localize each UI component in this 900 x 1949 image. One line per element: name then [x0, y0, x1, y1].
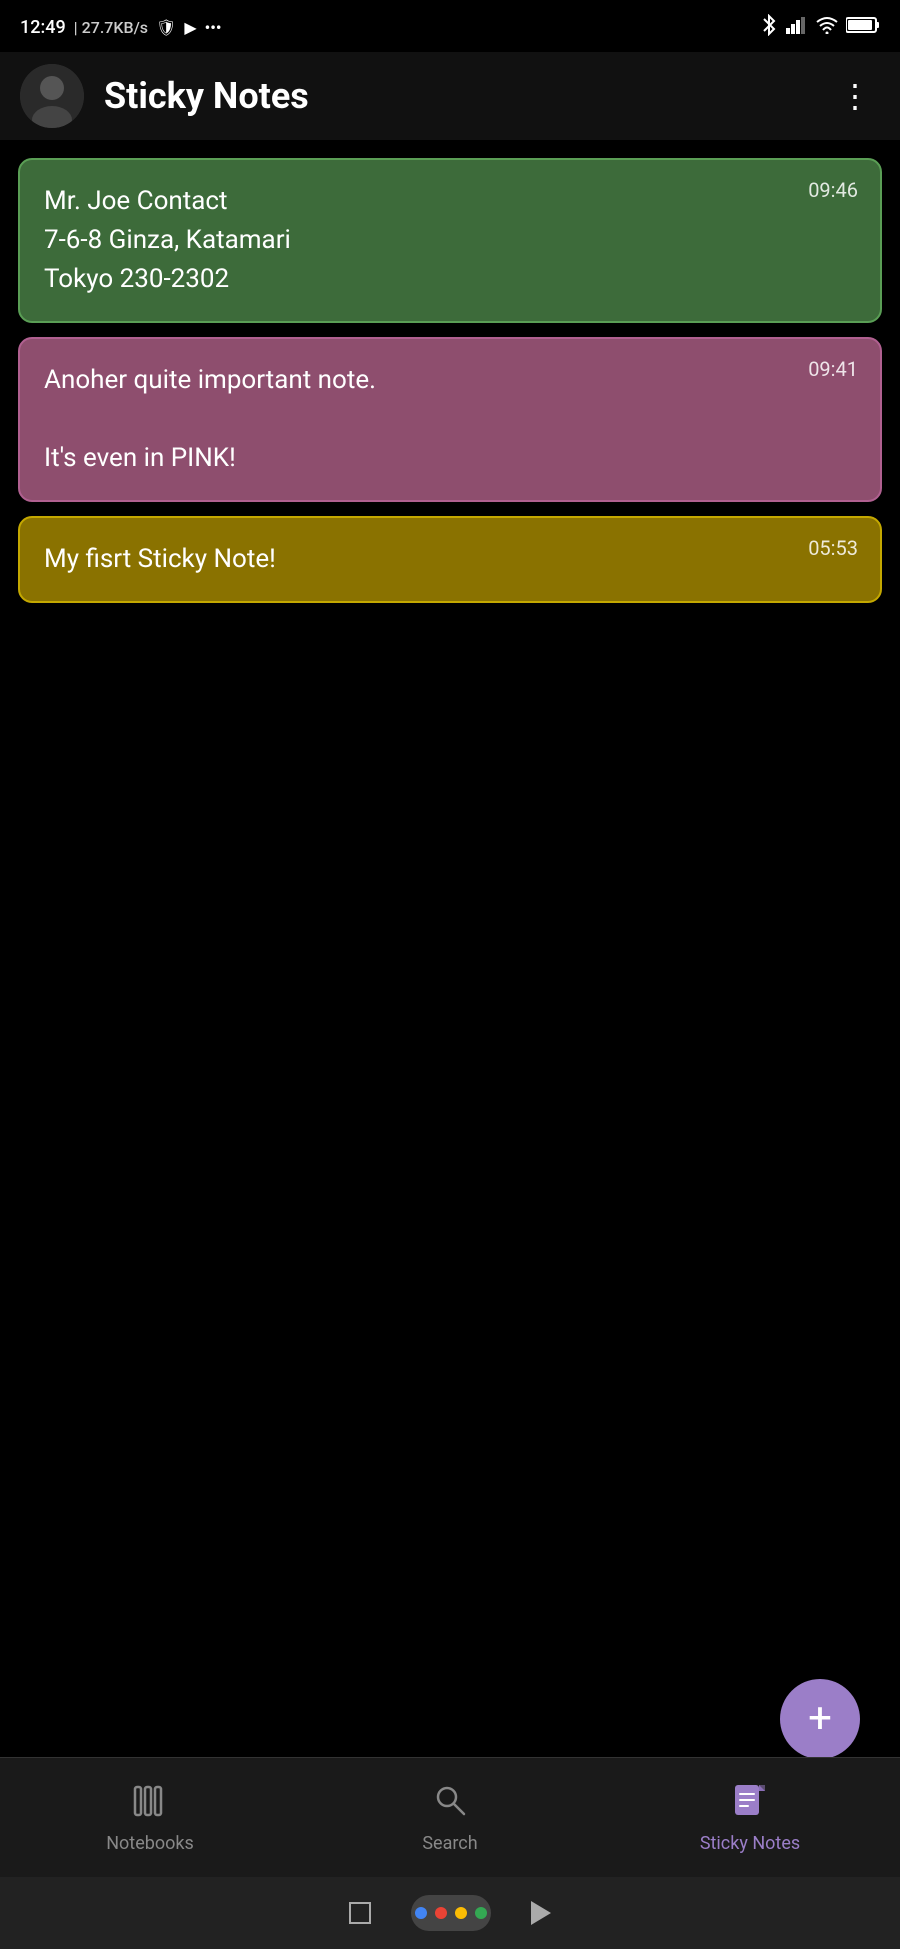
- nav-item-notebooks[interactable]: Notebooks: [0, 1781, 300, 1854]
- nav-label-notebooks: Notebooks: [106, 1833, 194, 1854]
- note-text-3: My fisrt Sticky Note!: [44, 540, 856, 579]
- system-nav-bar: [0, 1877, 900, 1949]
- shield-icon: 🛡: [156, 18, 176, 37]
- note-time-3: 05:53: [808, 536, 858, 560]
- add-note-button[interactable]: +: [780, 1679, 860, 1759]
- status-right: [760, 14, 880, 40]
- plus-icon: +: [808, 1698, 832, 1740]
- note-time-1: 09:46: [808, 178, 858, 202]
- system-nav-square[interactable]: [349, 1902, 371, 1924]
- search-icon: [431, 1781, 469, 1827]
- top-bar: Sticky Notes ⋮: [0, 52, 900, 140]
- system-nav-pill[interactable]: [411, 1895, 491, 1931]
- note-text-2: Anoher quite important note.It's even in…: [44, 361, 856, 478]
- notebooks-icon: [131, 1781, 169, 1827]
- note-time-2: 09:41: [808, 357, 858, 381]
- more-options-button[interactable]: ⋮: [831, 72, 880, 120]
- bottom-nav: Notebooks Search Sticky Notes: [0, 1757, 900, 1877]
- nav-item-sticky-notes[interactable]: Sticky Notes: [600, 1781, 900, 1854]
- sticky-notes-icon: [731, 1781, 769, 1827]
- avatar: [20, 64, 84, 128]
- system-nav-back[interactable]: [531, 1901, 551, 1925]
- wifi-icon: [816, 16, 838, 38]
- bluetooth-icon: [760, 14, 778, 40]
- app-title: Sticky Notes: [104, 75, 831, 117]
- note-card-3[interactable]: 05:53 My fisrt Sticky Note!: [18, 516, 882, 603]
- note-text-1: Mr. Joe Contact7-6-8 Ginza, KatamariToky…: [44, 182, 856, 299]
- status-time: 12:49: [20, 17, 66, 38]
- youtube-icon: ▶: [184, 18, 196, 37]
- note-card-1[interactable]: 09:46 Mr. Joe Contact7-6-8 Ginza, Katama…: [18, 158, 882, 323]
- note-card-2[interactable]: 09:41 Anoher quite important note.It's e…: [18, 337, 882, 502]
- status-left: 12:49 | 27.7KB/s 🛡 ▶ •••: [20, 17, 221, 38]
- nav-label-search: Search: [422, 1833, 477, 1854]
- status-bar: 12:49 | 27.7KB/s 🛡 ▶ •••: [0, 0, 900, 52]
- status-network: | 27.7KB/s: [74, 18, 148, 37]
- notes-list: 09:46 Mr. Joe Contact7-6-8 Ginza, Katama…: [0, 140, 900, 603]
- signal-icon: [786, 16, 808, 38]
- battery-icon: [846, 16, 880, 38]
- nav-label-sticky-notes: Sticky Notes: [700, 1833, 800, 1854]
- nav-item-search[interactable]: Search: [300, 1781, 600, 1854]
